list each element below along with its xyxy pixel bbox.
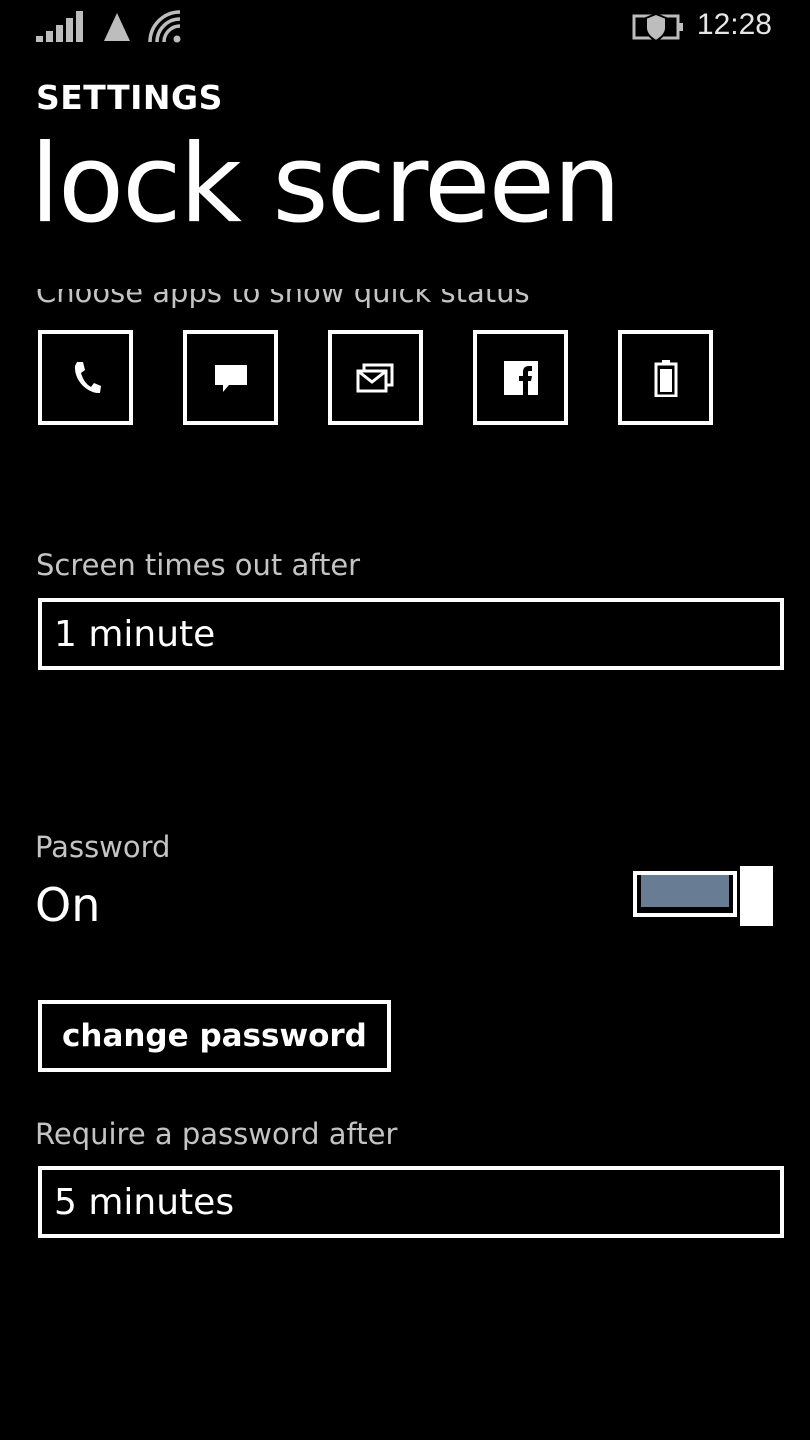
page-title: lock screen <box>30 122 621 247</box>
phone-icon <box>74 361 101 393</box>
quick-status-app-facebook[interactable] <box>473 330 568 425</box>
clock: 12:28 <box>696 8 772 41</box>
screen-timeout-value: 1 minute <box>54 613 216 655</box>
quick-status-app-mail[interactable] <box>328 330 423 425</box>
quick-status-app-phone[interactable] <box>38 330 133 425</box>
mail-icon <box>356 363 393 392</box>
battery-icon <box>654 359 677 397</box>
password-label: Password <box>35 830 171 864</box>
password-toggle-switch[interactable] <box>633 866 773 926</box>
quick-status-app-battery[interactable] <box>618 330 713 425</box>
status-bar: 12:28 <box>0 0 810 60</box>
require-password-value: 5 minutes <box>54 1181 235 1223</box>
screen-timeout-label: Screen times out after <box>36 548 361 582</box>
wifi-icon <box>148 10 181 43</box>
quick-status-label: Choose apps to show quick status <box>36 289 530 309</box>
password-toggle-state: On <box>35 878 101 932</box>
change-password-button[interactable]: change password <box>38 1000 391 1072</box>
quick-status-app-messaging[interactable] <box>183 330 278 425</box>
battery-saver-icon <box>632 12 683 43</box>
toggle-thumb[interactable] <box>740 866 773 926</box>
require-password-picker[interactable]: 5 minutes <box>38 1166 784 1238</box>
toggle-fill <box>641 875 729 907</box>
require-password-label: Require a password after <box>35 1117 398 1151</box>
signal-strength-icon <box>36 11 83 42</box>
quick-status-label-container: Choose apps to show quick status <box>36 289 736 315</box>
facebook-icon <box>503 360 538 395</box>
messaging-icon <box>214 364 247 392</box>
screen-timeout-picker[interactable]: 1 minute <box>38 598 784 670</box>
roaming-triangle-icon <box>104 13 130 41</box>
app-title: SETTINGS <box>36 78 223 117</box>
